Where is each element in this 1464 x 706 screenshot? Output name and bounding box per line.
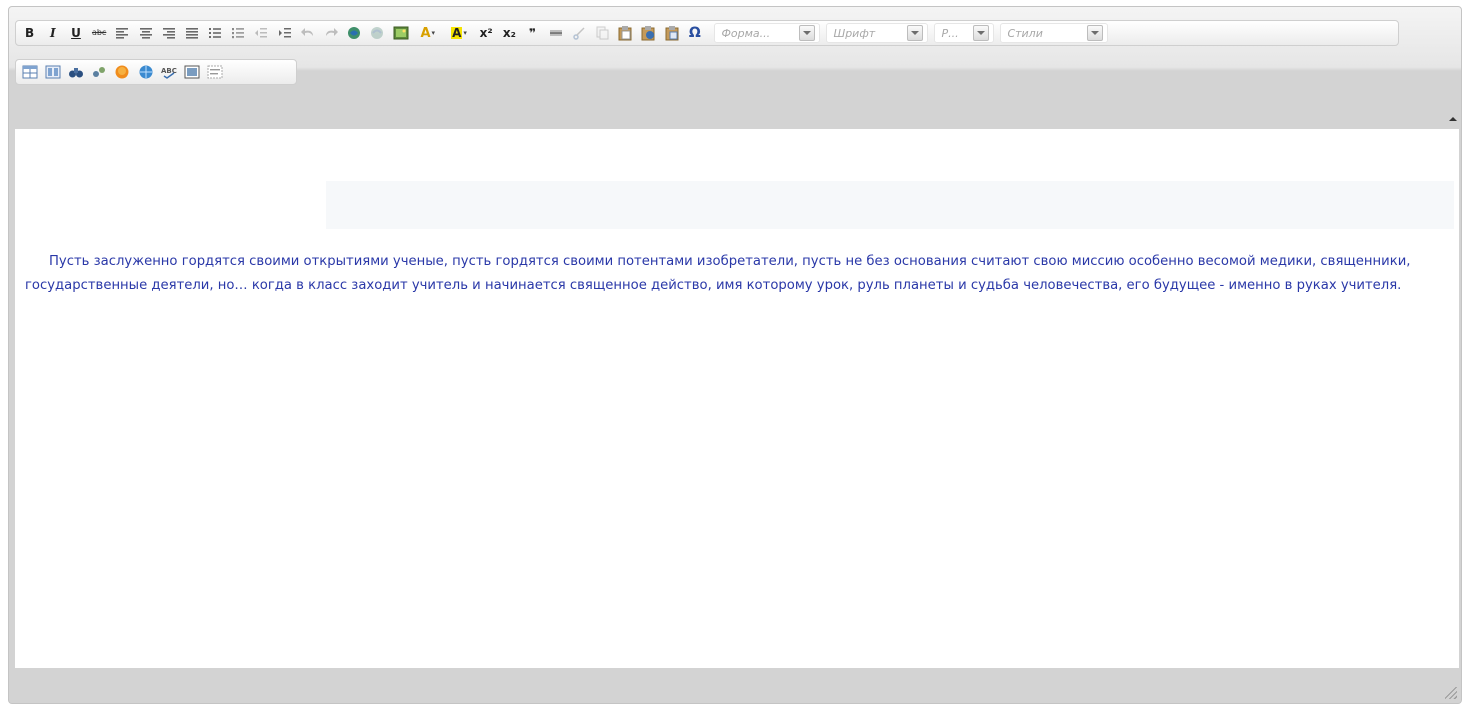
find-button[interactable] [67,63,85,81]
svg-text:ABC: ABC [161,67,177,75]
strikethrough-button[interactable]: abc [90,24,108,42]
align-center-button[interactable] [137,24,155,42]
editor-toolbar-area: B I U abc A ▾ A ▾ x² x₂ ❞ Ω Форма... Шри… [9,7,1461,129]
resize-grip-icon[interactable] [1445,687,1457,699]
indent-icon [278,28,291,38]
italic-button[interactable]: I [44,24,62,42]
globe-icon [139,65,153,79]
table-icon [22,65,38,79]
special-character-button[interactable]: Ω [686,24,704,42]
underline-button[interactable]: U [67,24,85,42]
show-blocks-icon [45,65,61,79]
iframe-button[interactable] [183,63,201,81]
align-justify-button[interactable] [183,24,201,42]
link-icon [348,27,361,39]
outdent-button[interactable] [252,24,270,42]
numbered-list-icon [232,28,245,39]
align-center-icon [139,28,152,39]
div-container-icon [207,65,223,79]
rich-text-editor: B I U abc A ▾ A ▾ x² x₂ ❞ Ω Форма... Шри… [8,6,1462,704]
background-color-icon: A [451,26,463,40]
scissors-icon [573,27,585,40]
paste-text-icon [641,26,655,41]
toolbar-row-2: ABC [15,59,297,85]
format-select[interactable]: Форма... [714,23,821,43]
bulleted-list-button[interactable] [206,24,224,42]
indent-button[interactable] [276,24,294,42]
smiley-button[interactable] [113,63,131,81]
spellcheck-icon: ABC [161,67,177,79]
cut-button[interactable] [570,24,588,42]
align-left-icon [116,28,129,39]
chevron-down-icon [907,25,924,41]
text-color-button[interactable]: A ▾ [415,24,441,42]
font-size-select[interactable]: Р... [934,23,995,43]
smiley-icon [115,65,129,79]
blockquote-icon: ❞ [529,26,537,40]
background-color-dropdown-icon: ▾ [463,29,467,37]
editor-status-bar [9,668,1461,703]
chevron-down-icon [799,25,816,41]
collapse-toolbar-button[interactable] [1449,114,1457,122]
outdent-icon [255,28,268,38]
image-button[interactable] [392,24,410,42]
horizontal-line-icon [549,30,562,36]
align-right-icon [162,28,175,39]
paste-text-button[interactable] [639,24,657,42]
redo-button[interactable] [322,24,340,42]
subscript-button[interactable]: x₂ [500,24,518,42]
flash-button[interactable] [137,63,155,81]
numbered-list-button[interactable] [229,24,247,42]
clipboard-icon [618,26,632,41]
styles-select[interactable]: Стили [1000,23,1109,43]
undo-button[interactable] [299,24,317,42]
bold-button[interactable]: B [21,24,39,42]
horizontal-line-button[interactable] [547,24,565,42]
align-left-button[interactable] [113,24,131,42]
div-container-button[interactable] [206,63,224,81]
bulleted-list-icon [209,28,222,38]
font-select[interactable]: Шрифт [826,23,929,43]
copy-icon [596,26,609,40]
align-right-button[interactable] [160,24,178,42]
blockquote-button[interactable]: ❞ [524,24,542,42]
content-paragraph: Пусть заслуженно гордятся своими открыти… [25,254,1411,293]
triangle-up-icon [1449,117,1457,121]
chevron-down-icon [1087,25,1104,41]
replace-button[interactable] [90,63,108,81]
binoculars-icon [68,68,83,78]
empty-placeholder-block [326,181,1454,229]
paste-word-button[interactable] [663,24,681,42]
omega-icon: Ω [688,25,701,41]
show-blocks-button[interactable] [44,63,62,81]
superscript-button[interactable]: x² [477,24,495,42]
chevron-down-icon [973,25,990,41]
frame-icon [184,65,200,79]
text-color-icon: A [420,25,431,41]
copy-button[interactable] [593,24,611,42]
replace-icon [93,67,106,77]
link-button[interactable] [345,24,363,42]
text-color-dropdown-icon: ▾ [431,29,436,37]
toolbar-row-1: B I U abc A ▾ A ▾ x² x₂ ❞ Ω Форма... Шри… [15,20,1399,46]
editor-content-area[interactable]: Пусть заслуженно гордятся своими открыти… [15,129,1459,668]
table-button[interactable] [21,63,39,81]
background-color-button[interactable]: A ▾ [446,24,472,42]
paste-button[interactable] [616,24,634,42]
spellcheck-button[interactable]: ABC [160,63,178,81]
unlink-button[interactable] [368,24,386,42]
paste-word-icon [665,26,679,41]
undo-icon [300,28,313,36]
unlink-icon [371,27,384,39]
image-icon [393,26,409,40]
align-justify-icon [185,28,198,39]
redo-icon [326,28,339,36]
